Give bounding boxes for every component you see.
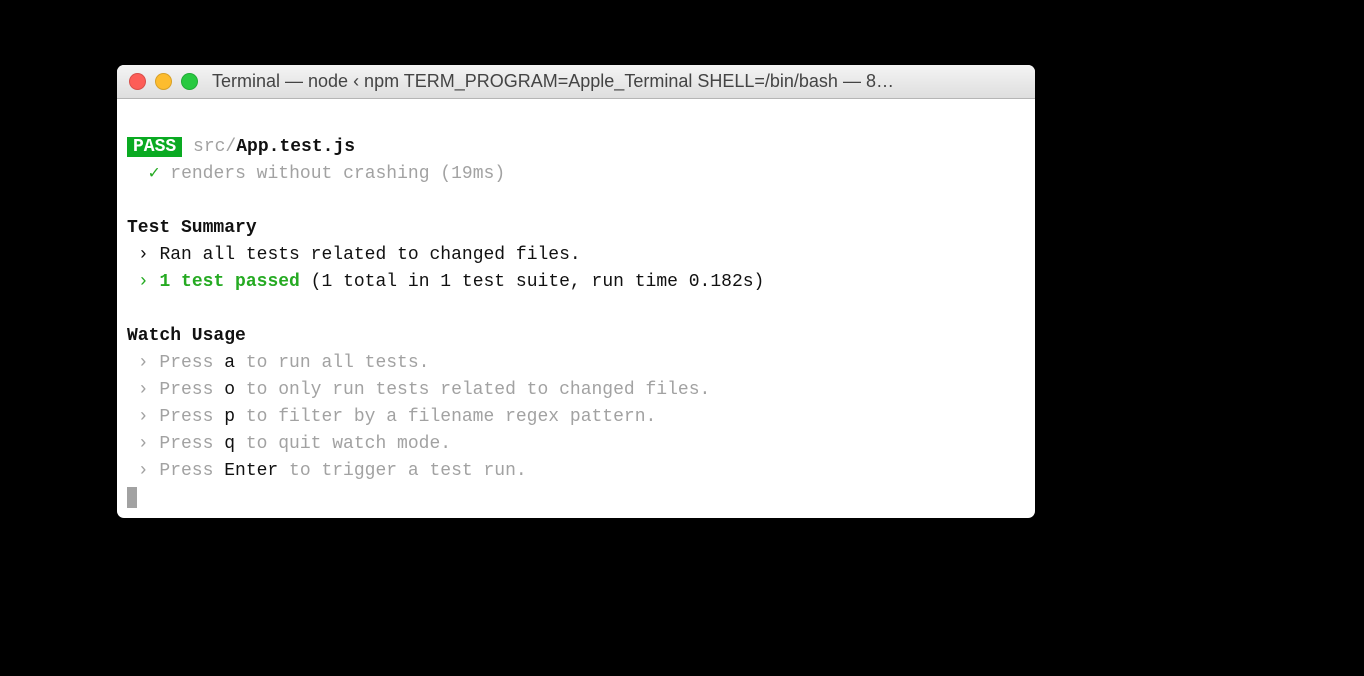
watch-key: a [224, 353, 235, 373]
zoom-icon[interactable] [181, 73, 198, 90]
summary-arrow: › [138, 272, 149, 292]
test-case-line: ✓ renders without crashing (19ms) [127, 164, 505, 184]
summary-passed-rest: (1 total in 1 test suite, run time 0.182… [300, 272, 764, 292]
close-icon[interactable] [129, 73, 146, 90]
watch-key: Enter [224, 461, 278, 481]
summary-arrow: › [138, 245, 149, 265]
terminal-body[interactable]: PASS src/App.test.js ✓ renders without c… [117, 99, 1035, 518]
watch-suffix: to only run tests related to changed fil… [235, 380, 710, 400]
window-title: Terminal — node ‹ npm TERM_PROGRAM=Apple… [212, 71, 1035, 92]
test-file-name: App.test.js [236, 137, 355, 157]
terminal-window: Terminal — node ‹ npm TERM_PROGRAM=Apple… [117, 65, 1035, 518]
watch-key: o [224, 380, 235, 400]
summary-passed-strong: 1 test passed [159, 272, 299, 292]
watch-suffix: to run all tests. [235, 353, 429, 373]
cursor-icon [127, 487, 137, 508]
summary-heading: Test Summary [127, 218, 257, 238]
watch-suffix: to trigger a test run. [278, 461, 526, 481]
watch-prefix: › Press [127, 353, 224, 373]
watch-key: p [224, 407, 235, 427]
check-icon: ✓ [149, 164, 160, 184]
summary-line-2: › 1 test passed (1 total in 1 test suite… [127, 272, 764, 292]
watch-item: › Press q to quit watch mode. [127, 434, 451, 454]
test-case-desc: renders without crashing (19ms) [170, 164, 505, 184]
watch-item: › Press p to filter by a filename regex … [127, 407, 656, 427]
watch-item: › Press Enter to trigger a test run. [127, 461, 527, 481]
watch-suffix: to quit watch mode. [235, 434, 451, 454]
watch-prefix: › Press [127, 434, 224, 454]
summary-text-1: Ran all tests related to changed files. [159, 245, 580, 265]
watch-key: q [224, 434, 235, 454]
watch-prefix: › Press [127, 407, 224, 427]
watch-heading: Watch Usage [127, 326, 246, 346]
test-file-dir: src/ [193, 137, 236, 157]
watch-prefix: › Press [127, 461, 224, 481]
watch-suffix: to filter by a filename regex pattern. [235, 407, 656, 427]
pass-badge: PASS [127, 137, 182, 157]
summary-line-1: › Ran all tests related to changed files… [127, 245, 581, 265]
window-controls [129, 73, 198, 90]
minimize-icon[interactable] [155, 73, 172, 90]
watch-item: › Press a to run all tests. [127, 353, 429, 373]
test-status-line: PASS src/App.test.js [127, 137, 355, 157]
watch-item: › Press o to only run tests related to c… [127, 380, 710, 400]
titlebar: Terminal — node ‹ npm TERM_PROGRAM=Apple… [117, 65, 1035, 99]
watch-prefix: › Press [127, 380, 224, 400]
